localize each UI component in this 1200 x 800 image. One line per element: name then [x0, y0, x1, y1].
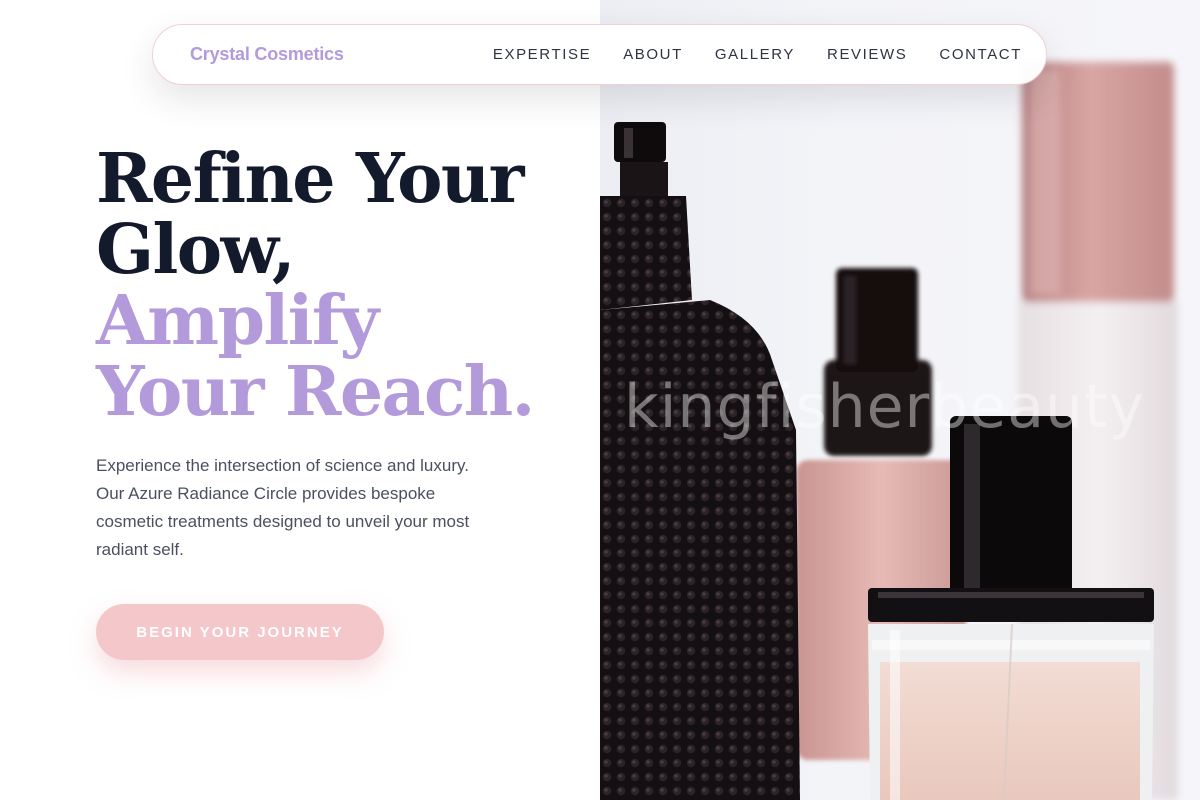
headline-line-4: Your Reach. — [96, 352, 535, 432]
nav-link-expertise[interactable]: EXPERTISE — [493, 46, 591, 63]
headline-line-1: Refine Your — [96, 139, 524, 219]
nav-link-about[interactable]: ABOUT — [623, 46, 683, 63]
brand-logo-link[interactable]: Crystal Cosmetics — [190, 44, 344, 65]
nav-link-contact[interactable]: CONTACT — [939, 46, 1022, 63]
hero-description: Experience the intersection of science a… — [96, 456, 470, 559]
headline-line-2: Glow, — [96, 210, 296, 290]
nav-link-gallery[interactable]: GALLERY — [715, 46, 795, 63]
begin-journey-button[interactable]: BEGIN YOUR JOURNEY — [96, 604, 384, 660]
hero-product-photo: kingfisherbeauty — [600, 0, 1200, 800]
top-navigation: Crystal Cosmetics EXPERTISE ABOUT GALLER… — [152, 24, 1047, 85]
hero-headline: Refine Your Glow, Amplify Your Reach. — [96, 139, 535, 432]
nav-item-expertise: EXPERTISE — [493, 46, 591, 64]
nav-links: EXPERTISE ABOUT GALLERY REVIEWS CONTACT — [493, 46, 1022, 64]
nav-item-gallery: GALLERY — [715, 46, 795, 64]
nav-item-contact: CONTACT — [939, 46, 1022, 64]
headline-line-3: Amplify — [96, 281, 379, 361]
nav-link-reviews[interactable]: REVIEWS — [827, 46, 907, 63]
nav-item-about: ABOUT — [623, 46, 683, 64]
photo-watermark: kingfisherbeauty — [624, 372, 1146, 442]
nav-item-reviews: REVIEWS — [827, 46, 907, 64]
